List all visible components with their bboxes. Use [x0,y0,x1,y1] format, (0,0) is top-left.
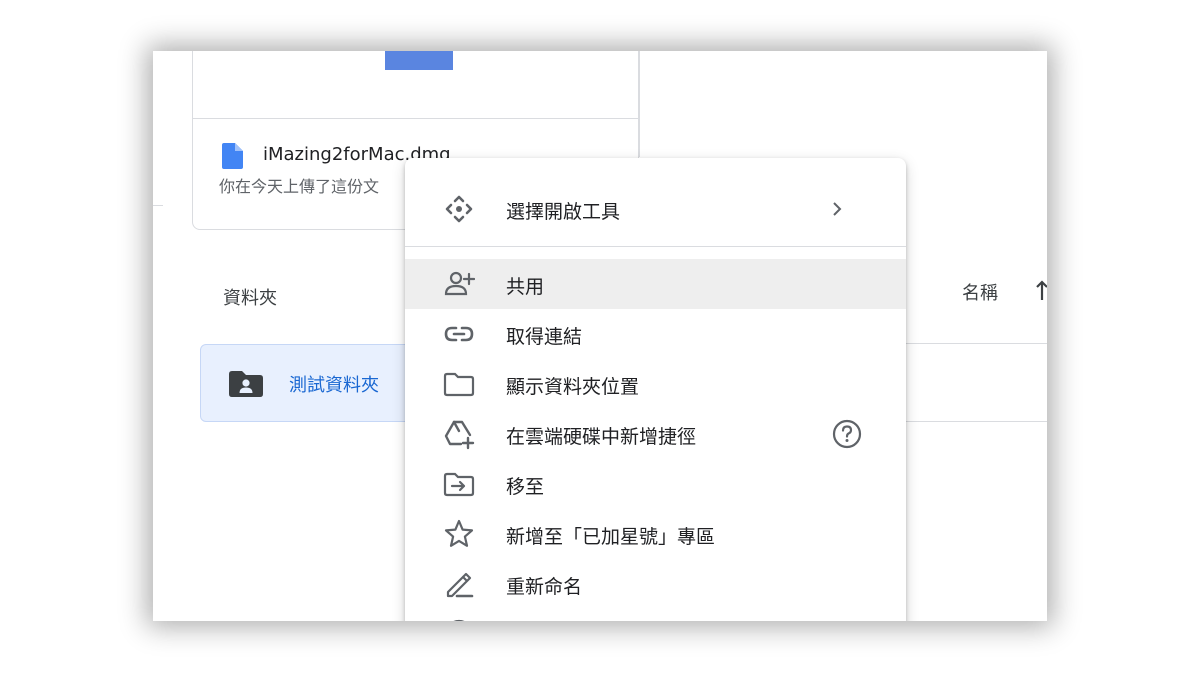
menu-label-get-link: 取得連結 [506,326,583,348]
menu-item-partial[interactable] [405,609,906,621]
menu-item-rename[interactable]: 重新命名 [405,559,906,609]
divider [153,205,163,206]
menu-label-add-starred: 新增至「已加星號」專區 [506,526,716,548]
move-arrows-icon [443,193,475,225]
divider [639,51,640,157]
folders-section-label: 資料夾 [223,288,277,309]
link-icon [443,318,475,350]
file-doc-icon [222,143,243,169]
star-outline-icon [443,518,475,550]
folder-outline-icon [443,368,475,400]
person-add-icon [443,268,475,300]
pencil-icon [443,568,475,600]
info-circle-icon [443,618,475,621]
menu-item-add-starred[interactable]: 新增至「已加星號」專區 [405,509,906,559]
menu-label-move-to: 移至 [506,476,545,498]
menu-item-open-with[interactable]: 選擇開啟工具 [405,184,906,234]
menu-label-show-location: 顯示資料夾位置 [506,376,640,398]
folder-move-icon [443,468,475,500]
menu-item-add-shortcut[interactable]: 在雲端硬碟中新增捷徑 [405,409,906,459]
menu-label-add-shortcut: 在雲端硬碟中新增捷徑 [506,426,697,448]
menu-item-move-to[interactable]: 移至 [405,459,906,509]
chevron-right-icon [830,199,844,219]
drive-shortcut-add-icon [443,418,475,450]
menu-item-get-link[interactable]: 取得連結 [405,309,906,359]
name-column-header[interactable]: 名稱 [962,279,998,305]
folder-name: 測試資料夾 [289,375,379,396]
table-divider [893,421,1047,422]
menu-divider [405,246,906,247]
file-subtitle: 你在今天上傳了這份文 [219,177,380,196]
menu-item-show-location[interactable]: 顯示資料夾位置 [405,359,906,409]
thumbnail-preview [385,51,453,70]
menu-label-open-with: 選擇開啟工具 [506,201,621,223]
menu-label-rename: 重新命名 [506,576,583,598]
table-divider [893,343,1047,344]
sort-arrow-up-icon[interactable] [1035,280,1047,302]
context-menu: 選擇開啟工具 共用 取得連結 顯示資料夾位置 在雲端硬碟中新增捷徑 移至 新增至… [405,158,906,621]
menu-item-share[interactable]: 共用 [405,259,906,309]
shared-folder-icon [229,371,263,397]
help-circle-icon[interactable] [832,419,862,449]
file-thumbnail[interactable] [193,51,638,119]
drive-window: iMazing2forMac.dmg 你在今天上傳了這份文 資料夾 測試資料夾 … [153,51,1047,621]
menu-label-share: 共用 [506,276,545,298]
